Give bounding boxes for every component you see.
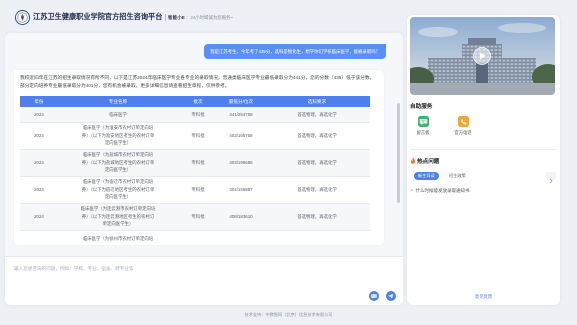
question-input[interactable]: [14, 265, 354, 289]
admission-score-table: 年份 专业名称 批次 最低分/位次 选科要求 2024 临床医学 专科批 441…: [20, 96, 370, 245]
cell-subject-requirement: 首选物理，再选化学: [264, 107, 370, 123]
column-header-score-rank: 最低分/位次: [218, 96, 264, 107]
cell-year: [20, 230, 58, 245]
cell-subject-requirement: 首选物理，再选化学: [264, 122, 370, 150]
message-board-icon: [417, 116, 429, 127]
cell-major: 临床医学（为宿迁市农村订单定向培养）（以下为宿迁地区考生的农村订单定向医学生）: [58, 176, 178, 204]
cell-year: 2024: [20, 122, 58, 150]
table-row-partial: 临床医学（为徐州市农村订单定向培: [20, 230, 370, 245]
column-header-major: 专业名称: [58, 96, 178, 107]
table-row: 2024 临床医学 专科批 441/254758 首选物理，再选化学: [20, 107, 370, 123]
cell-score-rank: [218, 230, 264, 245]
chat-bubble-icon[interactable]: [369, 291, 379, 301]
cell-major: 临床医学（为徐州市农村订单定向培: [58, 230, 178, 245]
table-header-row: 年份 专业名称 批次 最低分/位次 选科要求: [20, 96, 370, 107]
column-header-subject-requirement: 选科要求: [264, 96, 370, 107]
chat-panel: 我是江苏考生，今年考了435分，选科是物化生，想学你们学校临床医学，能被录取吗？…: [5, 33, 403, 305]
section-divider: [410, 149, 557, 150]
bullet-dot: [411, 189, 413, 191]
cell-batch: 专科批: [178, 122, 218, 150]
cell-year: 2024: [20, 203, 58, 231]
cell-score-rank: 403/165758: [218, 122, 264, 150]
table-row: 2024 临床医学（为连云港市农村订单定向培养）（以下为连云港地区考生的农村订单…: [20, 203, 370, 231]
cell-subject-requirement: 首选物理，再选化学: [264, 149, 370, 177]
side-panel: 自助服务 留言板 官方电话 热点问题 新生导读 招生政策 什么时候能发放录取通知…: [407, 15, 560, 305]
footer-credit: 技术支持：中教智网（北京）信息技术有限公司: [244, 312, 333, 317]
cell-batch: 专科批: [178, 176, 218, 204]
message-board-label: 留言板: [416, 130, 430, 135]
cell-subject-requirement: [264, 230, 370, 245]
table-row: 2024 临床医学（为淮安市农村订单定向培养）（以下为淮安地区考生的农村订单定向…: [20, 122, 370, 150]
campus-video[interactable]: [410, 17, 555, 95]
cell-score-rank: 401/155887: [218, 176, 264, 204]
bot-message-text: 我校近四年在江苏的招生录取情况有所不同，以下是江苏2024年临床医学专业各专业的…: [20, 75, 375, 88]
cell-major: 临床医学（为盐城市农村订单定向培养）（以下为盐城地区考生的农村订单定向医学生）: [58, 149, 178, 177]
fire-icon: [411, 157, 416, 164]
official-phone-label: 官方电话: [454, 130, 472, 135]
cell-year: 2024: [20, 107, 58, 123]
phone-icon: [457, 116, 469, 127]
self-service-title: 自助服务: [410, 104, 433, 110]
cell-year: 2024: [20, 176, 58, 204]
cell-batch: 专科批: [178, 149, 218, 177]
table-row: 2024 临床医学（为盐城市农村订单定向培养）（以下为盐城地区考生的农村订单定向…: [20, 149, 370, 177]
tabs-next-button[interactable]: [546, 172, 556, 184]
header-slogan: ：24小时竭诚为您服务~: [186, 14, 233, 20]
bot-message-bubble: 我校近四年在江苏的招生录取情况有所不同，以下是江苏2024年临床医学专业各专业的…: [14, 70, 384, 245]
cell-subject-requirement: 首选物理，再选化学: [264, 203, 370, 231]
assistant-name: 智能小E: [168, 14, 185, 20]
cell-major: 临床医学（为连云港市农村订单定向培养）（以下为连云港地区考生的农村订单定向医学生…: [58, 203, 178, 231]
hot-questions-title: 热点问题: [417, 159, 440, 165]
cell-major: 临床医学（为淮安市农村订单定向培养）（以下为淮安地区考生的农村订单定向医学生）: [58, 122, 178, 150]
chat-scrollbar[interactable]: [397, 103, 400, 203]
cell-score-rank: 441/254758: [218, 107, 264, 123]
cell-batch: [178, 230, 218, 245]
message-list[interactable]: 我是江苏考生，今年考了435分，选科是物化生，想学你们学校临床医学，能被录取吗？…: [5, 33, 403, 256]
header-divider: [165, 14, 166, 21]
input-area: [5, 256, 403, 305]
cell-batch: 专科批: [178, 203, 218, 231]
column-header-batch: 批次: [178, 96, 218, 107]
cell-year: 2024: [20, 149, 58, 177]
cell-score-rank: 403/196686: [218, 149, 264, 177]
cell-batch: 专科批: [178, 107, 218, 123]
table-row: 2024 临床医学（为宿迁市农村订单定向培养）（以下为宿迁地区考生的农村订单定向…: [20, 176, 370, 204]
page-title: 江苏卫生健康职业学院官方招生咨询平台: [33, 12, 163, 21]
chevron-right-icon: [549, 178, 553, 184]
message-board-button[interactable]: 留言板: [410, 116, 436, 144]
tab-admission-policy[interactable]: 招生政策: [445, 172, 470, 180]
send-icon[interactable]: [386, 291, 396, 301]
feedback-link[interactable]: 意见反馈: [407, 294, 560, 300]
hot-question-item[interactable]: 什么时候能发放录取通知书: [411, 187, 470, 194]
column-header-year: 年份: [20, 96, 58, 107]
official-phone-button[interactable]: 官方电话: [450, 116, 476, 144]
user-message-bubble: 我是江苏考生，今年考了435分，选科是物化生，想学你们学校临床医学，能被录取吗？: [204, 44, 386, 59]
cell-major: 临床医学: [58, 107, 178, 123]
college-emblem-icon: [15, 10, 30, 25]
play-icon[interactable]: [473, 47, 491, 65]
cell-subject-requirement: 首选物理，再选化学: [264, 176, 370, 204]
tab-freshman-guide[interactable]: 新生导读: [414, 172, 439, 180]
hot-questions-heading: 热点问题: [410, 157, 439, 165]
cell-score-rank: 408/183610: [218, 203, 264, 231]
hot-question-text: 什么时候能发放录取通知书: [415, 188, 470, 193]
